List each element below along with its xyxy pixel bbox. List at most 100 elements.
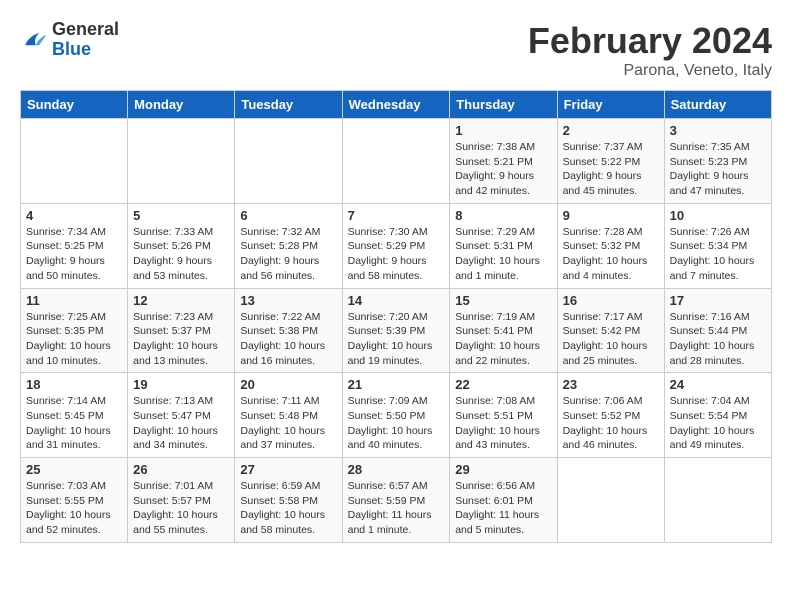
day-info: Sunrise: 6:57 AM Sunset: 5:59 PM Dayligh… <box>348 479 445 538</box>
column-header-thursday: Thursday <box>450 91 557 119</box>
calendar-cell <box>21 119 128 204</box>
page-header: General Blue February 2024 Parona, Venet… <box>20 20 772 80</box>
calendar-cell: 5 Sunrise: 7:33 AM Sunset: 5:26 PM Daylig… <box>128 203 235 288</box>
day-info: Sunrise: 7:08 AM Sunset: 5:51 PM Dayligh… <box>455 394 551 453</box>
calendar-cell: 12Sunrise: 7:23 AM Sunset: 5:37 PM Dayli… <box>128 288 235 373</box>
calendar-week-row: 1 Sunrise: 7:38 AM Sunset: 5:21 PM Daylig… <box>21 119 772 204</box>
column-header-tuesday: Tuesday <box>235 91 342 119</box>
day-number: 7 <box>348 208 445 223</box>
calendar-cell: 8 Sunrise: 7:29 AM Sunset: 5:31 PM Daylig… <box>450 203 557 288</box>
day-number: 14 <box>348 293 445 308</box>
calendar-cell: 15 Sunrise: 7:19 AM Sunset: 5:41 PM Dayli… <box>450 288 557 373</box>
day-number: 6 <box>240 208 336 223</box>
day-number: 17 <box>670 293 766 308</box>
calendar-week-row: 25 Sunrise: 7:03 AM Sunset: 5:55 PM Dayli… <box>21 458 772 543</box>
day-info: Sunrise: 7:26 AM Sunset: 5:34 PM Dayligh… <box>670 225 766 284</box>
day-info: Sunrise: 7:04 AM Sunset: 5:54 PM Dayligh… <box>670 394 766 453</box>
day-info: Sunrise: 7:28 AM Sunset: 5:32 PM Dayligh… <box>563 225 659 284</box>
calendar-cell: 22 Sunrise: 7:08 AM Sunset: 5:51 PM Dayli… <box>450 373 557 458</box>
day-number: 5 <box>133 208 229 223</box>
calendar-cell: 10 Sunrise: 7:26 AM Sunset: 5:34 PM Dayli… <box>664 203 771 288</box>
day-info: Sunrise: 7:29 AM Sunset: 5:31 PM Dayligh… <box>455 225 551 284</box>
calendar-cell: 4 Sunrise: 7:34 AM Sunset: 5:25 PM Daylig… <box>21 203 128 288</box>
day-info: Sunrise: 7:25 AM Sunset: 5:35 PM Dayligh… <box>26 310 122 369</box>
calendar-week-row: 18 Sunrise: 7:14 AM Sunset: 5:45 PM Dayli… <box>21 373 772 458</box>
day-info: Sunrise: 7:06 AM Sunset: 5:52 PM Dayligh… <box>563 394 659 453</box>
logo-bird-icon <box>20 26 48 54</box>
calendar-cell: 9 Sunrise: 7:28 AM Sunset: 5:32 PM Daylig… <box>557 203 664 288</box>
day-number: 21 <box>348 377 445 392</box>
calendar-cell: 26 Sunrise: 7:01 AM Sunset: 5:57 PM Dayli… <box>128 458 235 543</box>
calendar-cell: 29 Sunrise: 6:56 AM Sunset: 6:01 PM Dayli… <box>450 458 557 543</box>
calendar-cell: 20 Sunrise: 7:11 AM Sunset: 5:48 PM Dayli… <box>235 373 342 458</box>
calendar-cell: 13 Sunrise: 7:22 AM Sunset: 5:38 PM Dayli… <box>235 288 342 373</box>
day-info: Sunrise: 7:34 AM Sunset: 5:25 PM Dayligh… <box>26 225 122 284</box>
calendar-cell: 1 Sunrise: 7:38 AM Sunset: 5:21 PM Daylig… <box>450 119 557 204</box>
calendar-cell: 16 Sunrise: 7:17 AM Sunset: 5:42 PM Dayli… <box>557 288 664 373</box>
day-info: Sunrise: 7:32 AM Sunset: 5:28 PM Dayligh… <box>240 225 336 284</box>
calendar-cell <box>235 119 342 204</box>
day-info: Sunrise: 7:22 AM Sunset: 5:38 PM Dayligh… <box>240 310 336 369</box>
calendar-cell: 18 Sunrise: 7:14 AM Sunset: 5:45 PM Dayli… <box>21 373 128 458</box>
column-header-wednesday: Wednesday <box>342 91 450 119</box>
day-number: 12 <box>133 293 229 308</box>
day-number: 10 <box>670 208 766 223</box>
day-number: 25 <box>26 462 122 477</box>
calendar-week-row: 11 Sunrise: 7:25 AM Sunset: 5:35 PM Dayli… <box>21 288 772 373</box>
calendar-cell: 7Sunrise: 7:30 AM Sunset: 5:29 PM Daylig… <box>342 203 450 288</box>
calendar-cell: 25 Sunrise: 7:03 AM Sunset: 5:55 PM Dayli… <box>21 458 128 543</box>
day-number: 11 <box>26 293 122 308</box>
day-info: Sunrise: 7:11 AM Sunset: 5:48 PM Dayligh… <box>240 394 336 453</box>
day-info: Sunrise: 7:01 AM Sunset: 5:57 PM Dayligh… <box>133 479 229 538</box>
day-number: 19 <box>133 377 229 392</box>
calendar-cell <box>342 119 450 204</box>
calendar-week-row: 4 Sunrise: 7:34 AM Sunset: 5:25 PM Daylig… <box>21 203 772 288</box>
month-title: February 2024 <box>528 20 772 62</box>
day-number: 9 <box>563 208 659 223</box>
day-number: 16 <box>563 293 659 308</box>
day-number: 28 <box>348 462 445 477</box>
column-header-monday: Monday <box>128 91 235 119</box>
day-info: Sunrise: 6:59 AM Sunset: 5:58 PM Dayligh… <box>240 479 336 538</box>
calendar-cell: 2Sunrise: 7:37 AM Sunset: 5:22 PM Daylig… <box>557 119 664 204</box>
day-number: 13 <box>240 293 336 308</box>
column-header-sunday: Sunday <box>21 91 128 119</box>
day-number: 1 <box>455 123 551 138</box>
day-info: Sunrise: 7:33 AM Sunset: 5:26 PM Dayligh… <box>133 225 229 284</box>
calendar-cell: 6 Sunrise: 7:32 AM Sunset: 5:28 PM Daylig… <box>235 203 342 288</box>
day-number: 15 <box>455 293 551 308</box>
calendar-header-row: SundayMondayTuesdayWednesdayThursdayFrid… <box>21 91 772 119</box>
day-info: Sunrise: 7:38 AM Sunset: 5:21 PM Dayligh… <box>455 140 551 199</box>
day-info: Sunrise: 7:17 AM Sunset: 5:42 PM Dayligh… <box>563 310 659 369</box>
day-info: Sunrise: 7:03 AM Sunset: 5:55 PM Dayligh… <box>26 479 122 538</box>
day-number: 22 <box>455 377 551 392</box>
day-number: 18 <box>26 377 122 392</box>
day-number: 27 <box>240 462 336 477</box>
location-subtitle: Parona, Veneto, Italy <box>528 62 772 80</box>
day-info: Sunrise: 7:35 AM Sunset: 5:23 PM Dayligh… <box>670 140 766 199</box>
day-number: 20 <box>240 377 336 392</box>
column-header-friday: Friday <box>557 91 664 119</box>
day-number: 26 <box>133 462 229 477</box>
logo-text: General Blue <box>52 20 119 60</box>
calendar-cell: 27 Sunrise: 6:59 AM Sunset: 5:58 PM Dayli… <box>235 458 342 543</box>
calendar-cell: 28 Sunrise: 6:57 AM Sunset: 5:59 PM Dayli… <box>342 458 450 543</box>
calendar-cell <box>128 119 235 204</box>
day-number: 8 <box>455 208 551 223</box>
calendar-cell: 24Sunrise: 7:04 AM Sunset: 5:54 PM Dayli… <box>664 373 771 458</box>
day-info: Sunrise: 7:19 AM Sunset: 5:41 PM Dayligh… <box>455 310 551 369</box>
calendar-cell: 3Sunrise: 7:35 AM Sunset: 5:23 PM Daylig… <box>664 119 771 204</box>
day-info: Sunrise: 7:14 AM Sunset: 5:45 PM Dayligh… <box>26 394 122 453</box>
logo: General Blue <box>20 20 119 60</box>
column-header-saturday: Saturday <box>664 91 771 119</box>
day-number: 23 <box>563 377 659 392</box>
calendar-cell <box>557 458 664 543</box>
day-info: Sunrise: 6:56 AM Sunset: 6:01 PM Dayligh… <box>455 479 551 538</box>
day-info: Sunrise: 7:13 AM Sunset: 5:47 PM Dayligh… <box>133 394 229 453</box>
calendar-cell: 11 Sunrise: 7:25 AM Sunset: 5:35 PM Dayli… <box>21 288 128 373</box>
day-number: 4 <box>26 208 122 223</box>
day-number: 29 <box>455 462 551 477</box>
calendar-cell: 14Sunrise: 7:20 AM Sunset: 5:39 PM Dayli… <box>342 288 450 373</box>
day-info: Sunrise: 7:09 AM Sunset: 5:50 PM Dayligh… <box>348 394 445 453</box>
calendar-cell: 17Sunrise: 7:16 AM Sunset: 5:44 PM Dayli… <box>664 288 771 373</box>
